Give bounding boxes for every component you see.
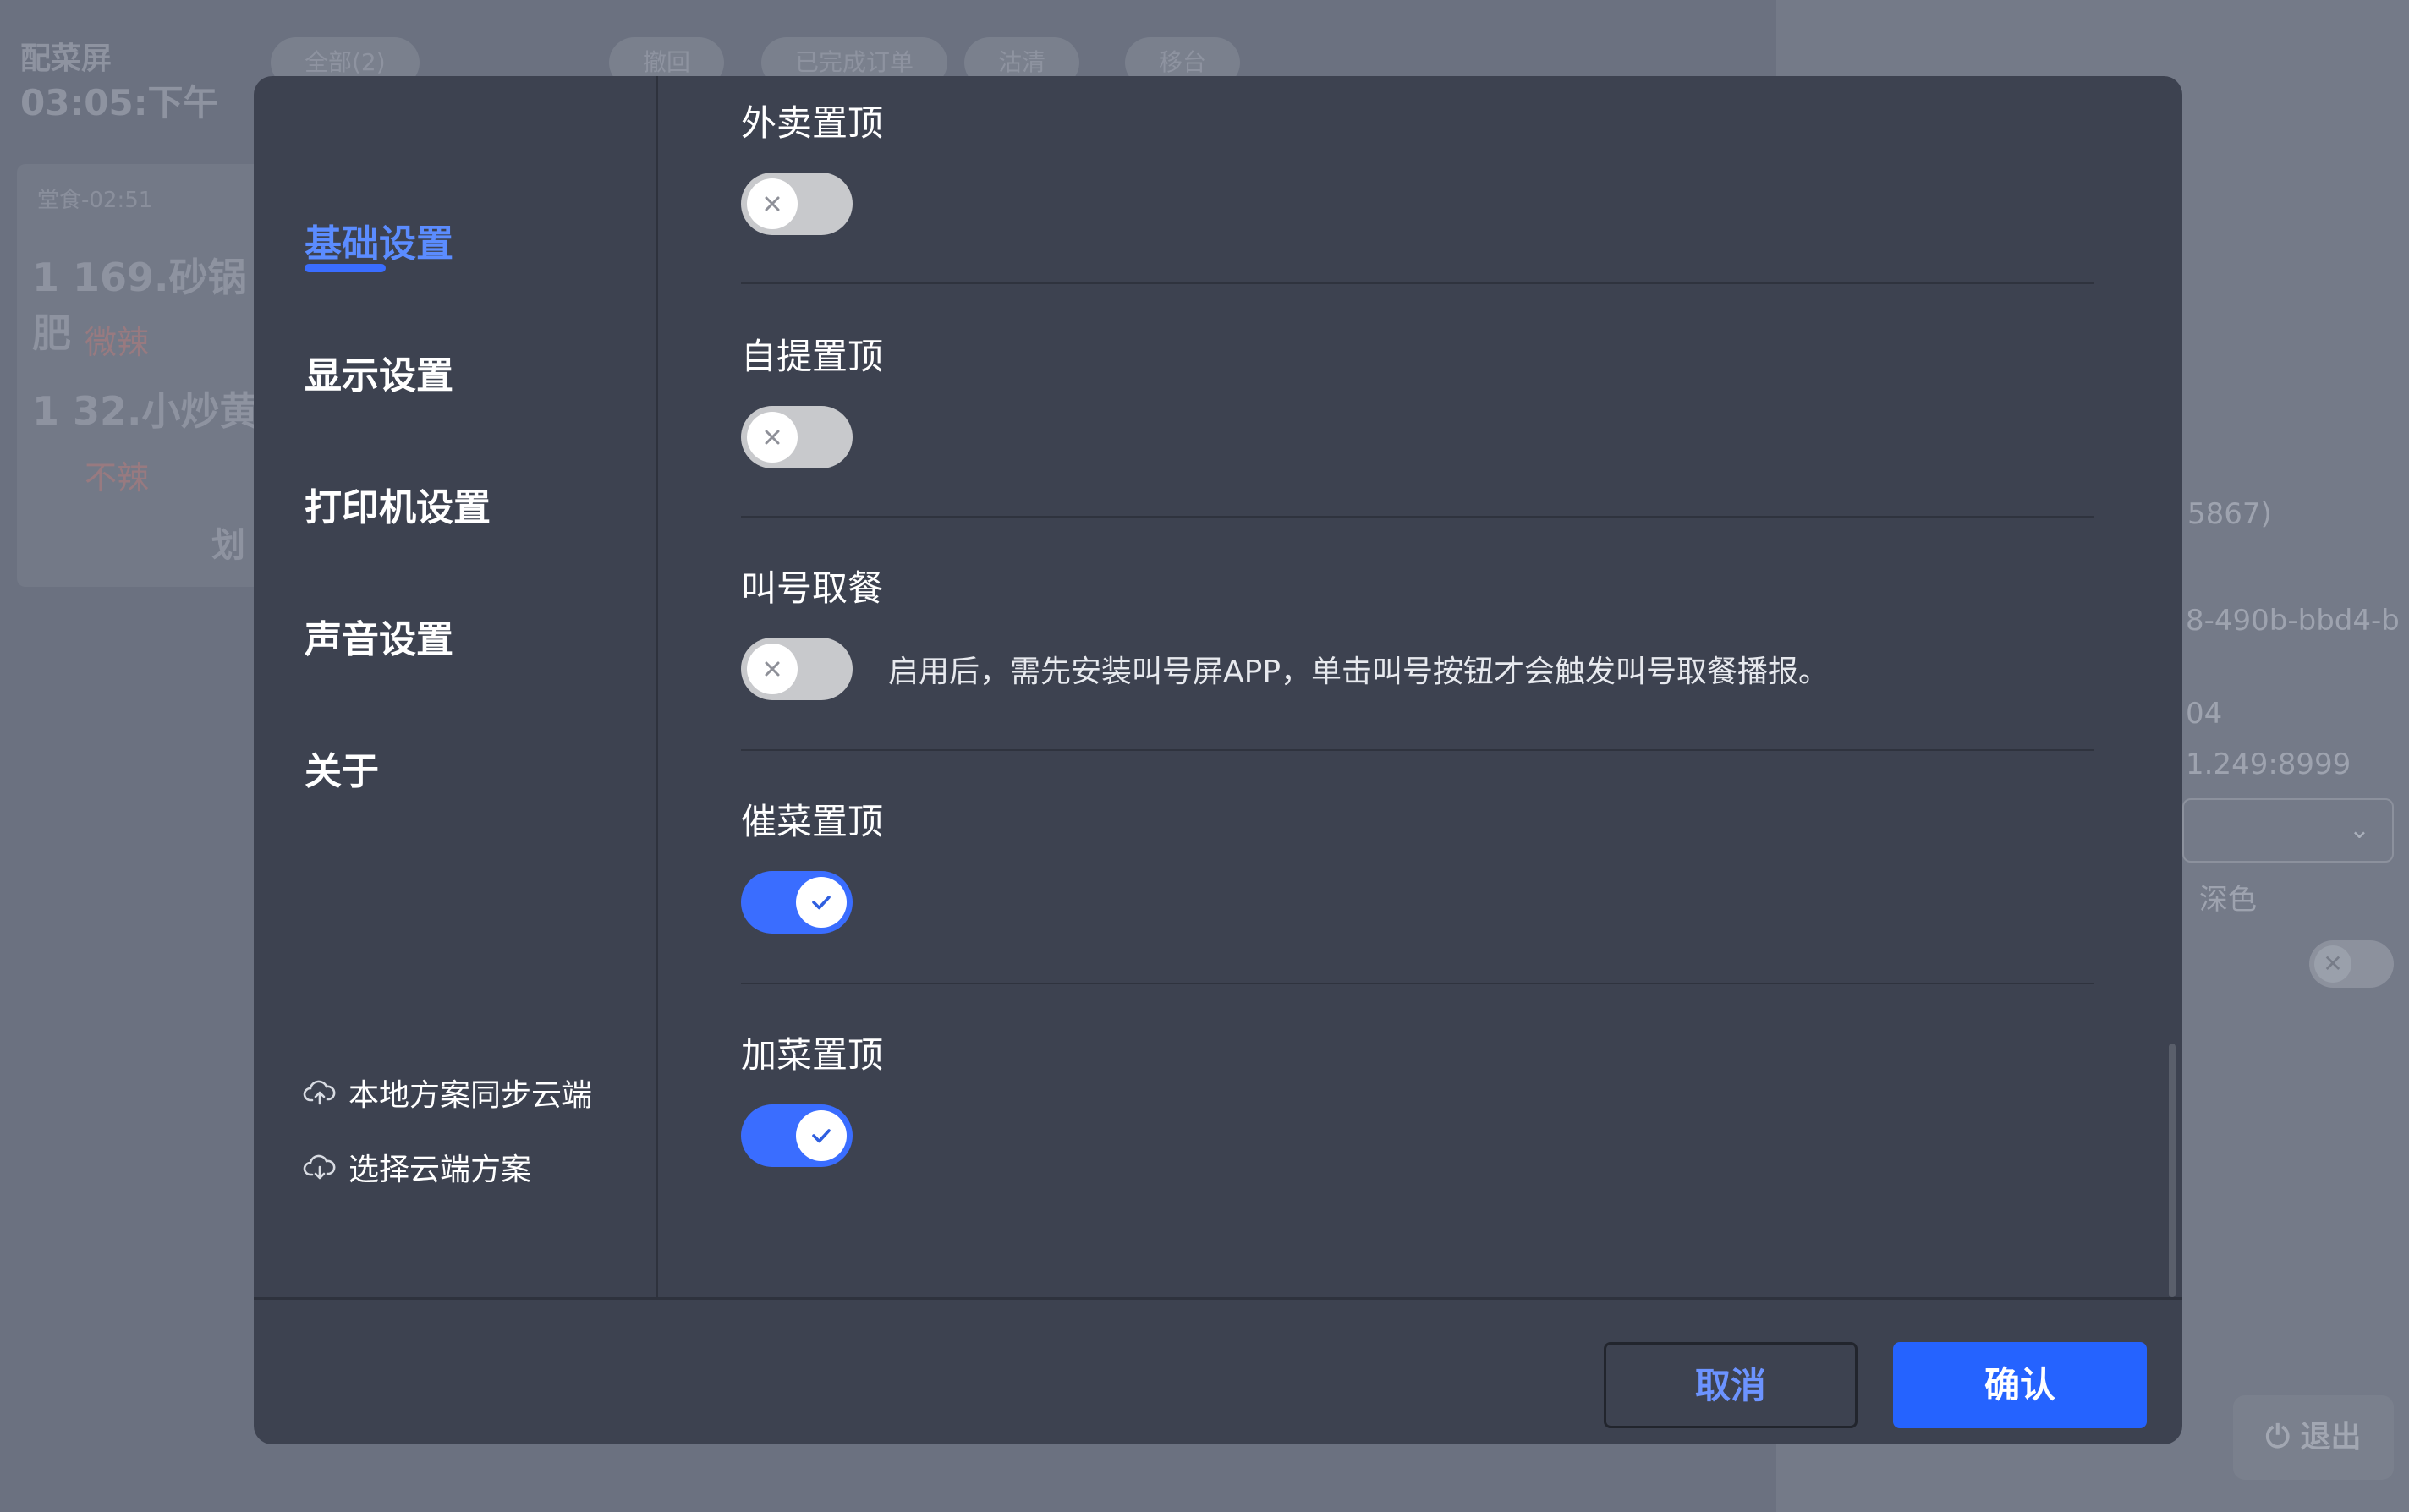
- divider: [741, 516, 2094, 518]
- dialog-footer: 取消 确认: [254, 1297, 2182, 1444]
- check-icon: [812, 896, 831, 910]
- rush-pin-top-toggle[interactable]: [741, 871, 853, 934]
- content-scrollbar[interactable]: [2169, 1044, 2176, 1297]
- pickup-pin-top-toggle[interactable]: [741, 406, 853, 468]
- setting-label: 催菜置顶: [741, 801, 884, 842]
- sync-local-to-cloud-label: 本地方案同步云端: [348, 1078, 593, 1113]
- add-dish-pin-top-toggle[interactable]: [741, 1104, 853, 1167]
- toggle-knob: [796, 877, 847, 928]
- close-icon: ✕: [2314, 945, 2351, 983]
- order-card: 堂食-02:51 1 169.砂锅肥 微辣 1 32.小炒黄 不辣 划: [17, 164, 262, 587]
- order-item-note: 不辣: [85, 459, 150, 496]
- close-icon: [765, 430, 780, 445]
- divider: [741, 282, 2094, 284]
- close-icon: [765, 196, 780, 211]
- right-panel-text: 1.249:8999: [2186, 748, 2351, 781]
- toggle-knob: [747, 178, 798, 229]
- order-card-footer: 划: [211, 526, 245, 565]
- divider: [741, 983, 2094, 984]
- cancel-button[interactable]: 取消: [1604, 1342, 1858, 1428]
- confirm-button[interactable]: 确认: [1893, 1342, 2147, 1428]
- chevron-down-icon: ⌄: [2348, 815, 2370, 845]
- right-panel-text: 5867): [2187, 497, 2272, 531]
- sidebar-item-about[interactable]: 关于: [305, 741, 379, 795]
- select-cloud-plan-label: 选择云端方案: [348, 1153, 532, 1187]
- sidebar-item-basic-settings[interactable]: 基础设置: [305, 213, 453, 267]
- delivery-pin-top-toggle[interactable]: [741, 173, 853, 235]
- select-cloud-plan-link[interactable]: 选择云端方案: [303, 1145, 531, 1189]
- divider: [741, 749, 2094, 751]
- setting-label: 外卖置顶: [741, 102, 884, 144]
- setting-label: 加菜置顶: [741, 1034, 884, 1076]
- order-item-note: 微辣: [85, 324, 150, 361]
- active-tab-indicator: [305, 264, 386, 272]
- sidebar-item-display-settings[interactable]: 显示设置: [305, 345, 453, 399]
- clock-time: 03:05:下午: [20, 82, 219, 123]
- theme-label: 深色: [2199, 883, 2257, 917]
- right-panel-text: 8-490b-bbd4-b: [2186, 604, 2400, 638]
- settings-dialog: 基础设置 显示设置 打印机设置 声音设置 关于 本地方案同步云端 选择云端方案 …: [254, 76, 2182, 1444]
- check-icon: [812, 1129, 831, 1143]
- exit-button: ⏻ 退出: [2233, 1395, 2394, 1480]
- sidebar-item-sound-settings[interactable]: 声音设置: [305, 609, 453, 663]
- setting-label: 叫号取餐: [741, 567, 884, 609]
- right-panel-toggle: ✕: [2309, 940, 2394, 988]
- close-icon: [765, 661, 780, 677]
- setting-description: 启用后，需先安装叫号屏APP，单击叫号按钮才会触发叫号取餐播报。: [888, 655, 1830, 689]
- order-item: 1 32.小炒黄: [32, 388, 259, 434]
- cloud-upload-icon: [303, 1080, 336, 1105]
- toggle-knob: [747, 644, 798, 694]
- right-panel-text: 04: [2186, 697, 2223, 731]
- app-title: 配菜屏: [20, 41, 112, 76]
- settings-sidebar: 基础设置 显示设置 打印机设置 声音设置 关于 本地方案同步云端 选择云端方案: [254, 76, 658, 1297]
- call-number-pickup-toggle[interactable]: [741, 638, 853, 700]
- theme-select: ⌄: [2182, 798, 2394, 863]
- setting-label: 自提置顶: [741, 336, 884, 377]
- toggle-knob: [796, 1110, 847, 1161]
- sync-local-to-cloud-link[interactable]: 本地方案同步云端: [303, 1071, 592, 1115]
- cloud-download-icon: [303, 1154, 336, 1180]
- settings-content: 外卖置顶 自提置顶 叫号取餐 启用后，需先安装叫号屏APP，单击叫号按钮才会触发…: [658, 76, 2182, 1297]
- sidebar-item-printer-settings[interactable]: 打印机设置: [305, 477, 491, 531]
- toggle-knob: [747, 412, 798, 463]
- order-card-header: 堂食-02:51: [37, 188, 153, 213]
